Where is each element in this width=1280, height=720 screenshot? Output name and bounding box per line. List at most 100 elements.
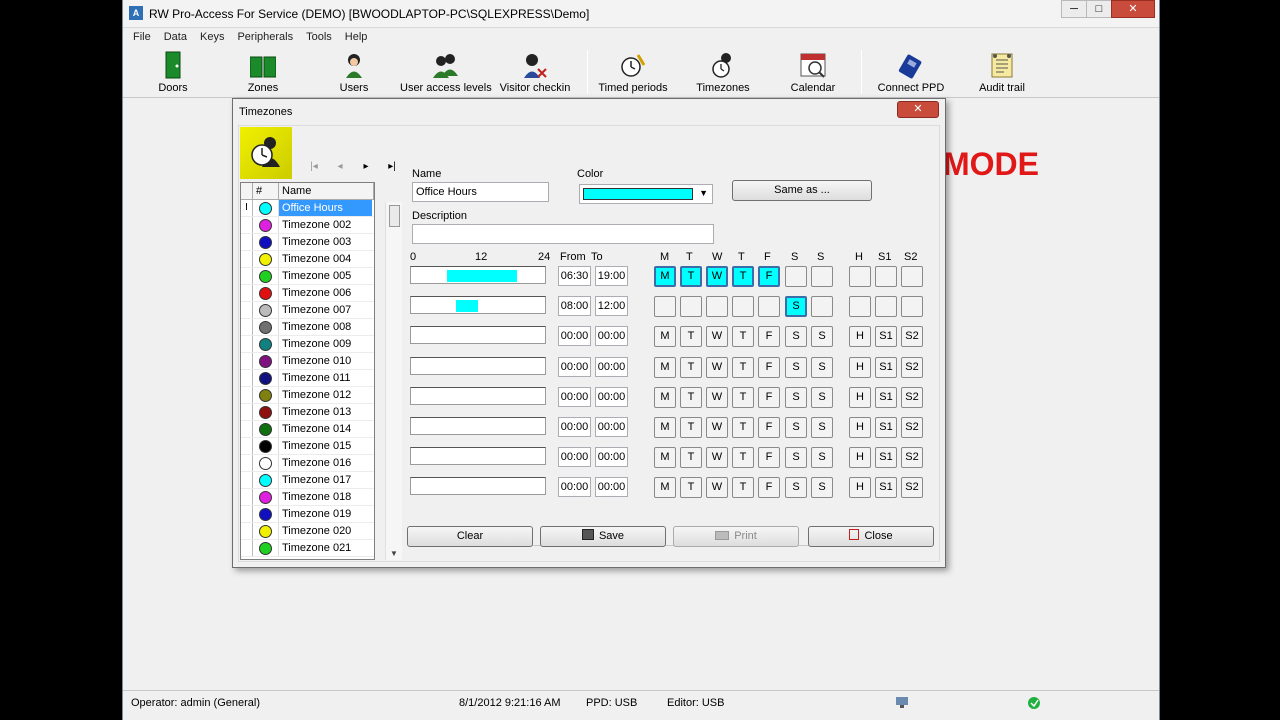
toolbar-doors-button[interactable]: Doors: [128, 51, 218, 94]
list-item[interactable]: Timezone 014: [241, 421, 374, 438]
day-toggle[interactable]: S2: [901, 417, 923, 438]
to-time-field[interactable]: 00:00: [595, 447, 628, 468]
time-bar[interactable]: [410, 477, 546, 496]
description-field[interactable]: [412, 224, 714, 244]
day-toggle[interactable]: S2: [901, 447, 923, 469]
menu-help[interactable]: Help: [345, 28, 368, 47]
list-item[interactable]: Timezone 002: [241, 217, 374, 234]
day-toggle[interactable]: T: [680, 356, 702, 378]
day-toggle[interactable]: H: [849, 386, 871, 408]
day-toggle[interactable]: H: [849, 417, 871, 438]
day-toggle[interactable]: S1: [875, 477, 897, 499]
day-toggle[interactable]: S: [811, 326, 833, 348]
day-toggle[interactable]: H: [849, 477, 871, 499]
day-toggle[interactable]: [706, 296, 728, 318]
list-item[interactable]: Timezone 012: [241, 387, 374, 404]
day-toggle[interactable]: S2: [901, 477, 923, 499]
from-time-field[interactable]: 08:00: [558, 296, 591, 317]
from-time-field[interactable]: 00:00: [558, 326, 591, 347]
list-item[interactable]: Timezone 008: [241, 319, 374, 336]
column-header-name[interactable]: Name: [279, 183, 374, 199]
day-toggle[interactable]: S: [785, 477, 807, 499]
day-toggle[interactable]: F: [758, 447, 780, 469]
color-select[interactable]: ▼: [579, 184, 713, 204]
day-toggle[interactable]: T: [732, 356, 754, 378]
day-toggle[interactable]: [680, 296, 702, 318]
window-close-button[interactable]: ✕: [1111, 0, 1155, 18]
day-toggle[interactable]: [758, 296, 780, 318]
day-toggle[interactable]: M: [654, 326, 676, 348]
list-item[interactable]: Timezone 015: [241, 438, 374, 455]
day-toggle[interactable]: S1: [875, 356, 897, 378]
toolbar-timed-periods-button[interactable]: Timed periods: [588, 51, 678, 94]
minimize-button[interactable]: ─: [1061, 0, 1087, 18]
menu-peripherals[interactable]: Peripherals: [237, 28, 293, 47]
day-toggle[interactable]: T: [732, 326, 754, 348]
toolbar-user-access-levels-button[interactable]: User access levels: [400, 51, 492, 94]
day-toggle[interactable]: F: [758, 386, 780, 408]
list-item[interactable]: Timezone 007: [241, 302, 374, 319]
day-toggle[interactable]: H: [849, 447, 871, 469]
list-item[interactable]: Timezone 003: [241, 234, 374, 251]
day-toggle[interactable]: S1: [875, 447, 897, 469]
day-toggle[interactable]: S1: [875, 326, 897, 348]
day-toggle[interactable]: M: [654, 266, 676, 287]
column-header-number[interactable]: #: [253, 183, 279, 199]
list-scrollbar[interactable]: ▼: [385, 202, 402, 560]
toolbar-connect-ppd-button[interactable]: Connect PPD: [866, 51, 956, 94]
time-bar[interactable]: [410, 386, 546, 405]
save-button[interactable]: Save: [540, 526, 666, 547]
day-toggle[interactable]: [875, 266, 897, 287]
day-toggle[interactable]: [785, 266, 807, 287]
list-item[interactable]: Timezone 019: [241, 506, 374, 523]
menu-data[interactable]: Data: [164, 28, 187, 47]
time-bar[interactable]: [410, 326, 546, 345]
day-toggle[interactable]: H: [849, 326, 871, 348]
day-toggle[interactable]: T: [680, 266, 702, 287]
day-toggle[interactable]: [849, 296, 871, 318]
from-time-field[interactable]: 00:00: [558, 386, 591, 407]
toolbar-users-button[interactable]: Users: [309, 51, 399, 94]
menu-keys[interactable]: Keys: [200, 28, 224, 47]
list-item[interactable]: I Office Hours: [241, 200, 374, 217]
list-item[interactable]: Timezone 018: [241, 489, 374, 506]
list-item[interactable]: Timezone 021: [241, 540, 374, 557]
day-toggle[interactable]: S1: [875, 386, 897, 408]
day-toggle[interactable]: F: [758, 266, 780, 287]
day-toggle[interactable]: T: [732, 477, 754, 499]
day-toggle[interactable]: T: [732, 447, 754, 469]
day-toggle[interactable]: W: [706, 386, 728, 408]
name-field[interactable]: Office Hours: [412, 182, 549, 202]
day-toggle[interactable]: S: [785, 326, 807, 348]
toolbar-timezones-button[interactable]: Timezones: [678, 51, 768, 94]
to-time-field[interactable]: 00:00: [595, 477, 628, 498]
timezone-list[interactable]: # Name I Office Hours Timezone 002 Timezone…: [240, 182, 375, 560]
day-toggle[interactable]: S1: [875, 417, 897, 438]
day-toggle[interactable]: T: [680, 326, 702, 348]
to-time-field[interactable]: 00:00: [595, 417, 628, 437]
from-time-field[interactable]: 00:00: [558, 356, 591, 377]
day-toggle[interactable]: M: [654, 477, 676, 499]
day-toggle[interactable]: W: [706, 477, 728, 499]
maximize-button[interactable]: □: [1086, 0, 1112, 18]
day-toggle[interactable]: F: [758, 326, 780, 348]
day-toggle[interactable]: T: [680, 447, 702, 469]
scroll-down-icon[interactable]: ▼: [390, 549, 398, 558]
day-toggle[interactable]: [811, 296, 833, 318]
day-toggle[interactable]: S: [785, 447, 807, 469]
dialog-close-button[interactable]: ✕: [897, 101, 939, 118]
time-bar[interactable]: [410, 356, 546, 375]
to-time-field[interactable]: 00:00: [595, 386, 628, 407]
from-time-field[interactable]: 06:30: [558, 266, 591, 286]
day-toggle[interactable]: W: [706, 356, 728, 378]
nav-next-button[interactable]: ▸: [353, 161, 379, 172]
day-toggle[interactable]: S: [785, 386, 807, 408]
same-as-button[interactable]: Same as ...: [732, 180, 872, 201]
time-bar[interactable]: [410, 447, 546, 466]
to-time-field[interactable]: 00:00: [595, 356, 628, 377]
day-toggle[interactable]: T: [732, 417, 754, 438]
day-toggle[interactable]: S: [811, 356, 833, 378]
nav-last-button[interactable]: ▸|: [379, 161, 405, 172]
day-toggle[interactable]: F: [758, 477, 780, 499]
day-toggle[interactable]: T: [732, 266, 754, 287]
